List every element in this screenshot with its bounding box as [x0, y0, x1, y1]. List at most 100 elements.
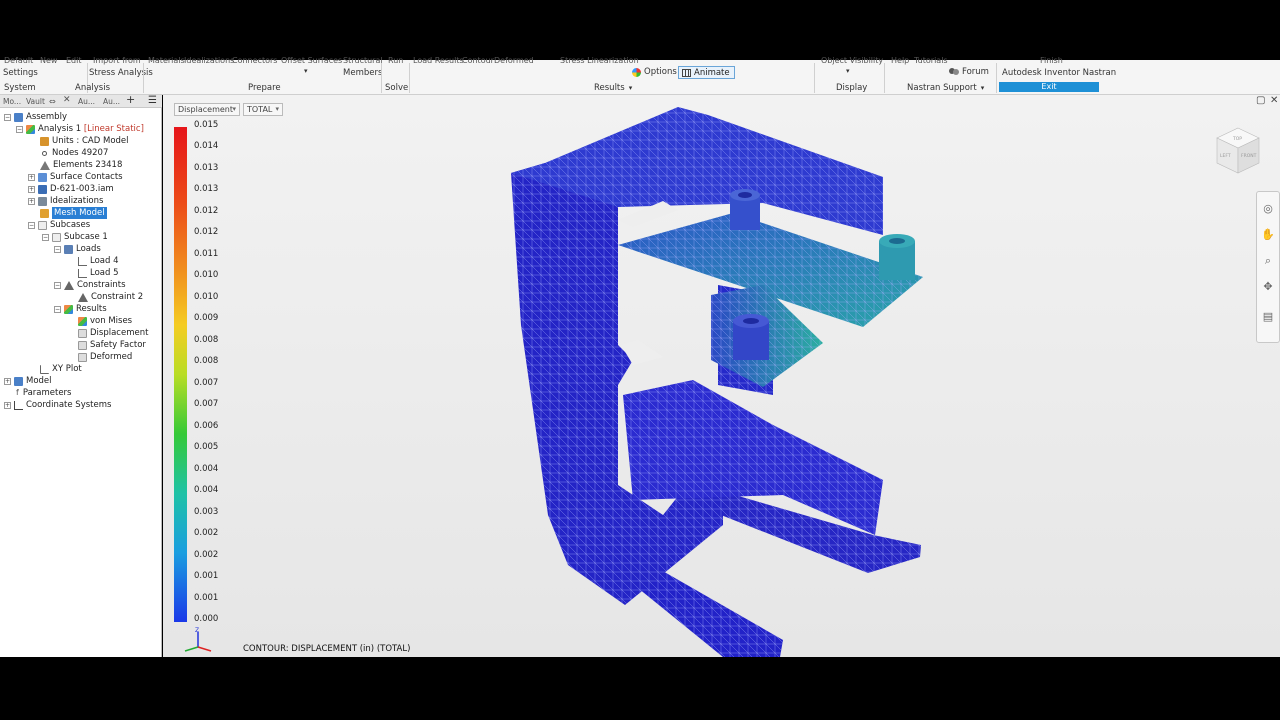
tab-vault[interactable]: Vault [26, 96, 45, 107]
ribbon-load-results-cut[interactable]: Load Results [413, 57, 464, 65]
ribbon-finish-cut[interactable]: Finish [1040, 57, 1063, 65]
tree-units[interactable]: Units : CAD Model [40, 135, 129, 147]
ribbon-deformed-cut[interactable]: Deformed [494, 57, 534, 65]
subcases-icon [38, 220, 47, 230]
viewcube-icon[interactable]: TOP LEFT FRONT [1213, 125, 1263, 179]
structural-members-button[interactable]: Members [343, 68, 382, 78]
collapse-icon[interactable]: − [4, 113, 11, 121]
tree-part-file[interactable]: + D-621-003.iam [28, 183, 114, 195]
graphics-viewport[interactable]: Displacement ▾ TOTAL ▾ ▢ ✕ 0.015 0.014 0.0… [163, 95, 1280, 657]
ribbon-idealizations-cut[interactable]: Idealizations [184, 57, 234, 65]
look-at-icon[interactable]: ▤ [1261, 310, 1275, 324]
hamburger-menu-icon[interactable]: ☰ [148, 95, 157, 106]
tree-parameters[interactable]: f Parameters [16, 387, 71, 399]
group-nastran-support-dropdown[interactable]: Nastran Support ▾ [907, 83, 984, 93]
tree-nodes[interactable]: Nodes 49207 [40, 147, 108, 159]
part-file-icon [38, 184, 47, 194]
ribbon-default-cut[interactable]: Default [4, 57, 33, 65]
forum-button[interactable]: Forum [949, 67, 989, 77]
tree-results[interactable]: − Results [54, 303, 107, 315]
tab-au-1[interactable]: Au... [78, 96, 95, 107]
tree-surface-contacts[interactable]: + Surface Contacts [28, 171, 123, 183]
collapse-icon[interactable]: − [54, 305, 61, 313]
settings-button[interactable]: Settings [3, 68, 38, 78]
ribbon-import-cut[interactable]: Import from [93, 57, 141, 65]
ribbon-object-visibility-cut[interactable]: Object Visibility [821, 57, 883, 65]
node-dot-icon [42, 150, 47, 156]
collapse-icon[interactable]: − [16, 125, 23, 133]
tree-load-4[interactable]: Load 4 [78, 255, 119, 267]
tree-elements[interactable]: Elements 23418 [40, 159, 122, 171]
ribbon-run-cut[interactable]: Run [388, 57, 403, 65]
tab-nastran-icon[interactable]: ⇔ [49, 96, 56, 107]
tree-load-5[interactable]: Load 5 [78, 267, 119, 279]
expand-icon[interactable]: + [28, 173, 35, 181]
zoom-icon[interactable]: ⌕ [1261, 254, 1275, 268]
tab-au-2[interactable]: Au... [103, 96, 120, 107]
coordinate-triad-icon: Z [184, 627, 212, 652]
tree-loads[interactable]: − Loads [54, 243, 101, 255]
options-label: Options [644, 67, 677, 77]
collapse-icon[interactable]: − [54, 245, 61, 253]
ribbon-separator [381, 63, 382, 93]
tree-safety-factor[interactable]: Safety Factor [78, 339, 146, 351]
collapse-icon[interactable]: − [54, 281, 61, 289]
expand-icon[interactable]: + [28, 185, 35, 193]
ribbon-structural-cut[interactable]: Structural [343, 57, 383, 65]
animate-button[interactable]: Animate [678, 66, 735, 79]
autodesk-nastran-button[interactable]: Autodesk Inventor Nastran [1002, 68, 1116, 78]
xy-plot-icon [40, 364, 49, 374]
ribbon-help-cut[interactable]: Help [891, 57, 909, 65]
tree-mesh-model[interactable]: Mesh Model [40, 207, 107, 219]
tree-subcases[interactable]: − Subcases [28, 219, 90, 231]
expand-icon[interactable]: + [4, 377, 11, 385]
tree-idealizations[interactable]: + Idealizations [28, 195, 103, 207]
ribbon-materials-cut[interactable]: Materials [148, 57, 185, 65]
ribbon-stress-lin-cut[interactable]: Stress Linearization [560, 57, 639, 65]
tree-displacement[interactable]: Displacement [78, 327, 148, 339]
ribbon-connectors-cut[interactable]: Connectors [232, 57, 277, 65]
results-icon [64, 304, 73, 314]
ribbon-new-cut[interactable]: New [40, 57, 57, 65]
model-icon [14, 376, 23, 386]
ribbon-separator [143, 63, 144, 93]
ribbon-separator [409, 63, 410, 93]
letterbox-top [0, 0, 1280, 60]
steering-wheel-icon[interactable]: ◎ [1261, 202, 1275, 216]
group-prepare-label: Prepare [248, 83, 281, 93]
mesh-model-icon [40, 208, 49, 218]
ribbon-offset-surfaces-cut[interactable]: Offset Surfaces [281, 57, 342, 65]
close-tab-icon[interactable]: ✕ [63, 95, 71, 106]
expand-icon[interactable]: + [4, 401, 11, 409]
tree-von-mises[interactable]: von Mises [78, 315, 132, 327]
ribbon-edit-cut[interactable]: Edit [66, 57, 82, 65]
options-button[interactable]: Options [632, 67, 677, 77]
add-tab-icon[interactable]: + [126, 94, 135, 105]
collapse-icon[interactable]: − [42, 233, 49, 241]
tree-xy-plot[interactable]: XY Plot [40, 363, 82, 375]
expand-icon[interactable]: + [28, 197, 35, 205]
ribbon-tutorials-cut[interactable]: Tutorials [914, 57, 948, 65]
mesh-model-graphic[interactable] [163, 95, 1280, 657]
forum-label: Forum [962, 67, 989, 77]
browser-tabs: Mo... Vault ⇔ ✕ Au... Au... + ☰ [0, 94, 162, 108]
tab-model[interactable]: Mo... [3, 96, 21, 107]
tree-constraint-2[interactable]: Constraint 2 [78, 291, 143, 303]
tree-assembly[interactable]: − Assembly [4, 111, 67, 123]
tree-model[interactable]: + Model [4, 375, 52, 387]
exit-button[interactable]: Exit [999, 82, 1099, 92]
tree-constraints[interactable]: − Constraints [54, 279, 126, 291]
constraint-icon [78, 292, 88, 302]
tree-subcase-1[interactable]: − Subcase 1 [42, 231, 108, 243]
orbit-icon[interactable]: ✥ [1261, 280, 1275, 294]
group-analysis-label: Analysis [75, 83, 111, 93]
tree-coordinate-systems[interactable]: + Coordinate Systems [4, 399, 111, 411]
group-display-label: Display [836, 83, 868, 93]
tree-deformed[interactable]: Deformed [78, 351, 132, 363]
pan-hand-icon[interactable]: ✋ [1261, 228, 1275, 242]
group-results-dropdown[interactable]: Results ▾ [594, 83, 632, 93]
tree-analysis-1[interactable]: − Analysis 1 [Linear Static] [16, 123, 144, 135]
mesh-model-selected-label: Mesh Model [52, 207, 107, 219]
ribbon-contour-cut[interactable]: Contour [462, 57, 494, 65]
collapse-icon[interactable]: − [28, 221, 35, 229]
